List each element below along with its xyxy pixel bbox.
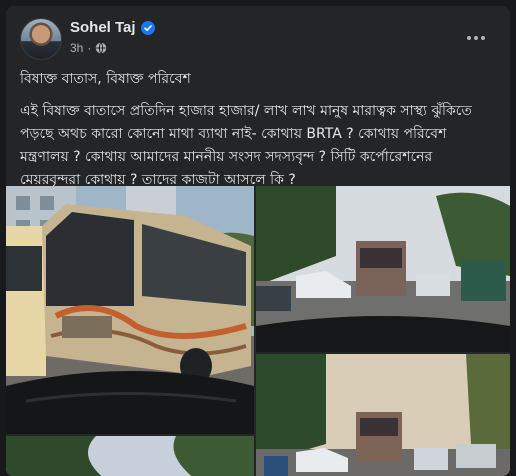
globe-icon (96, 42, 107, 54)
meta-separator: · (87, 41, 92, 55)
post-body: এই বিষাক্ত বাতাসে প্রতিদিন হাজার হাজার/ … (20, 103, 472, 188)
author-name[interactable]: Sohel Taj (70, 19, 136, 36)
photo-trees-sky[interactable] (6, 436, 254, 476)
post-card: Sohel Taj 3h · বিষাক্ত বাতাস, বিষাক্ত পর… (6, 6, 510, 476)
photo-traffic-street-bottom[interactable] (256, 354, 510, 476)
author-avatar[interactable] (20, 18, 62, 60)
post-time[interactable]: 3h (70, 41, 83, 55)
author-row: Sohel Taj (70, 19, 155, 36)
verified-badge-icon (140, 20, 155, 35)
photo-polluted-bus[interactable] (6, 186, 254, 434)
post-meta: 3h · (70, 41, 107, 55)
photo-grid (6, 186, 510, 476)
photo-traffic-street-top[interactable] (256, 186, 510, 352)
more-options-icon[interactable] (464, 26, 488, 50)
post-header: Sohel Taj 3h · (20, 16, 500, 62)
post-title: বিষাক্ত বাতাস, বিষাক্ত পরিবেশ (20, 71, 191, 87)
